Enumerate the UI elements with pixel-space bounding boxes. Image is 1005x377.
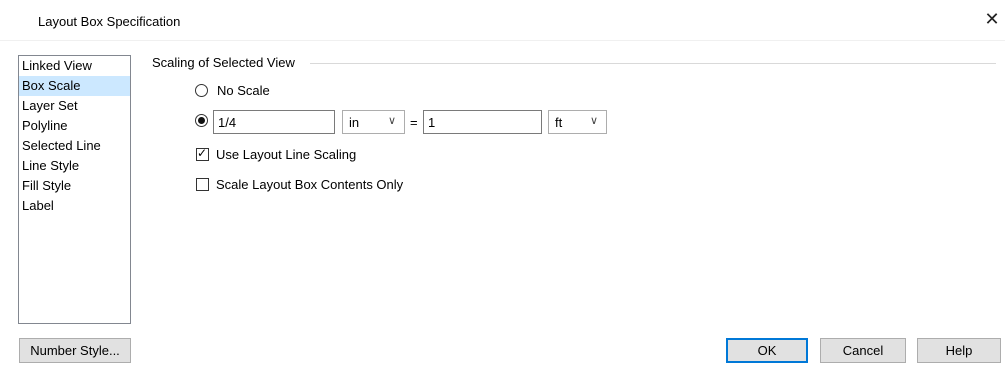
no-scale-radio[interactable] [195, 84, 208, 97]
checkmark-icon: ✓ [197, 146, 208, 160]
custom-scale-radio[interactable] [195, 114, 208, 127]
group-divider [310, 63, 996, 64]
left-scale-input[interactable] [213, 110, 335, 134]
list-item-label[interactable]: Label [19, 196, 130, 216]
list-item-box-scale[interactable]: Box Scale [19, 76, 130, 96]
title-bar: Layout Box Specification ✕ [0, 0, 1005, 40]
list-item-linked-view[interactable]: Linked View [19, 56, 130, 76]
list-item-layer-set[interactable]: Layer Set [19, 96, 130, 116]
right-unit-select[interactable]: ft ∨ [548, 110, 607, 134]
scaling-group-title: Scaling of Selected View [152, 55, 295, 70]
list-item-fill-style[interactable]: Fill Style [19, 176, 130, 196]
use-layout-line-scaling-label: Use Layout Line Scaling [216, 147, 357, 162]
help-button[interactable]: Help [917, 338, 1001, 363]
chevron-down-icon: ∨ [589, 115, 598, 127]
no-scale-label: No Scale [217, 83, 270, 98]
list-item-line-style[interactable]: Line Style [19, 156, 130, 176]
right-scale-input[interactable] [423, 110, 542, 134]
ok-button[interactable]: OK [726, 338, 808, 363]
title-separator [0, 40, 1005, 41]
cancel-button[interactable]: Cancel [820, 338, 906, 363]
left-unit-value: in [349, 115, 360, 130]
close-icon[interactable]: ✕ [982, 9, 1002, 29]
equals-sign: = [410, 115, 418, 130]
scale-contents-only-checkbox[interactable] [196, 178, 209, 191]
list-item-selected-line[interactable]: Selected Line [19, 136, 130, 156]
use-layout-line-scaling-checkbox[interactable]: ✓ [196, 146, 209, 161]
right-unit-value: ft [555, 115, 563, 130]
category-list[interactable]: Linked View Box Scale Layer Set Polyline… [18, 55, 131, 324]
number-style-button[interactable]: Number Style... [19, 338, 131, 363]
list-item-polyline[interactable]: Polyline [19, 116, 130, 136]
chevron-down-icon: ∨ [387, 115, 396, 127]
left-unit-select[interactable]: in ∨ [342, 110, 405, 134]
window-title: Layout Box Specification [38, 14, 181, 29]
scale-contents-only-label: Scale Layout Box Contents Only [216, 177, 404, 192]
